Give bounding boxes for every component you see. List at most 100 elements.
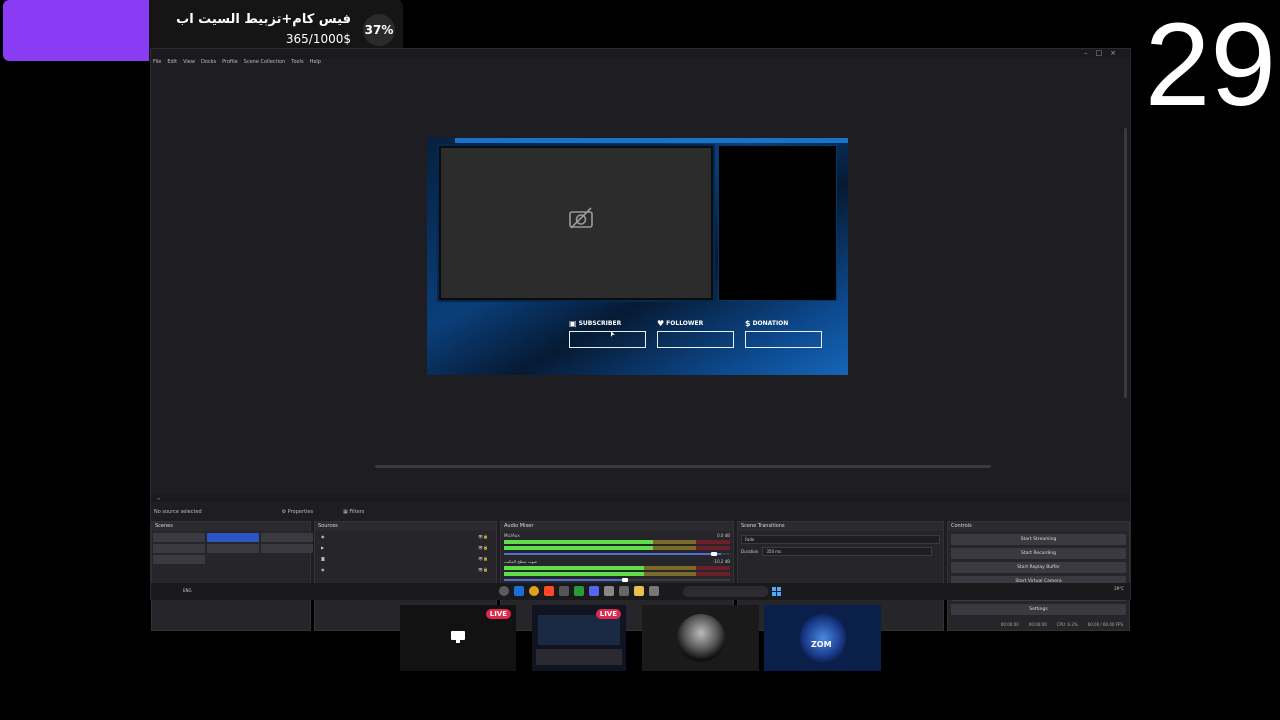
monitor-icon xyxy=(451,631,465,643)
thumbnail-avatar[interactable] xyxy=(642,605,759,671)
volume-meter xyxy=(504,540,730,544)
menu-view[interactable]: View xyxy=(183,59,195,68)
goal-title: فيس كام+تزبيط السيت اب xyxy=(176,12,351,27)
settings-button[interactable]: Settings xyxy=(951,604,1126,615)
start-recording-button[interactable]: Start Recording xyxy=(951,548,1126,559)
steam-icon[interactable] xyxy=(514,586,524,596)
obs-taskbar-icon[interactable] xyxy=(499,586,509,596)
source-row[interactable]: ◉ 👁🔒 xyxy=(315,531,496,542)
discord-icon[interactable] xyxy=(589,586,599,596)
transitions-header: Scene Transitions xyxy=(738,522,943,531)
thumbnail-logo[interactable]: ZOM xyxy=(764,605,881,671)
start-streaming-button[interactable]: Start Streaming xyxy=(951,534,1126,545)
thumbnail-obs-docks xyxy=(536,649,622,665)
scene-tab-icon[interactable]: ≡ xyxy=(157,496,160,501)
store-icon[interactable] xyxy=(619,586,629,596)
visibility-icon[interactable]: 👁🔒 xyxy=(478,545,488,550)
windows-start-icon[interactable] xyxy=(772,587,781,596)
menu-help[interactable]: Help xyxy=(310,59,321,68)
menu-edit[interactable]: Edit xyxy=(167,59,177,68)
live-badge: LIVE xyxy=(595,609,621,619)
scene-item[interactable] xyxy=(261,533,313,542)
source-row[interactable]: ▶ 👁🔒 xyxy=(315,542,496,553)
menu-docks[interactable]: Docks xyxy=(201,59,216,68)
visibility-icon[interactable]: 👁🔒 xyxy=(478,556,488,561)
taskbar-search[interactable] xyxy=(683,586,768,597)
webcam-frame xyxy=(439,146,713,300)
channel-db: -10.2 dB xyxy=(713,559,730,564)
volume-meter xyxy=(504,566,730,570)
scene-item[interactable] xyxy=(153,544,205,553)
mixer-channel: صوت سطح المكتب -10.2 dB xyxy=(501,557,733,583)
sources-header: Sources xyxy=(315,522,496,531)
xbox-icon[interactable] xyxy=(574,586,584,596)
properties-label: Properties xyxy=(287,509,314,515)
follower-label: FOLLOWER xyxy=(666,320,704,327)
overlay-top-bar xyxy=(455,138,848,143)
zom-logo-emblem xyxy=(800,613,846,663)
counter-number: 29 xyxy=(1144,0,1276,131)
thumbnail-obs[interactable]: LIVE xyxy=(532,605,626,671)
source-icon: ◉ xyxy=(321,534,325,539)
scenes-dock: Scenes xyxy=(151,521,313,631)
media-icon: ▶ xyxy=(321,545,325,550)
menu-profile[interactable]: Profile xyxy=(222,59,238,68)
scene-item[interactable] xyxy=(261,544,313,553)
subscriber-widget: ▣ SUBSCRIBER xyxy=(569,319,647,348)
mixer-channel: Mic/Aux 0.0 dB xyxy=(501,531,733,557)
window-controls[interactable]: –□× xyxy=(1084,49,1124,57)
filters-label: Filters xyxy=(349,509,365,515)
source-row[interactable]: ◙ 👁🔒 xyxy=(315,553,496,564)
volume-level xyxy=(504,546,654,550)
scene-tabs-bar: ≡ xyxy=(151,494,1129,502)
scene-item[interactable] xyxy=(153,533,205,542)
stream-screen: فيس كام+تزبيط السيت اب 365/1000$ 37% 29 … xyxy=(0,0,1280,720)
channel-name: صوت سطح المكتب xyxy=(504,559,537,564)
camera-icon: ◙ xyxy=(321,556,325,561)
volume-level xyxy=(504,566,645,570)
start-replay-buffer-button[interactable]: Start Replay Buffer xyxy=(951,562,1126,573)
duration-row: Duration 350 ms xyxy=(741,547,940,556)
obs-statusbar: 00:00:00 00:00:00 CPU: 6.2% 60.00 / 60.0… xyxy=(151,619,1129,629)
controls-header: Controls xyxy=(948,522,1129,531)
donation-box xyxy=(745,331,822,348)
tray-language[interactable]: ENG xyxy=(183,588,192,593)
app-icon[interactable] xyxy=(559,586,569,596)
thumbnail-monitor[interactable]: LIVE xyxy=(400,605,516,671)
scenes-header: Scenes xyxy=(152,522,310,531)
duration-input[interactable]: 350 ms xyxy=(762,547,933,556)
scene-item[interactable] xyxy=(207,544,259,553)
volume-slider[interactable] xyxy=(504,578,730,582)
folder-icon[interactable] xyxy=(634,586,644,596)
twitch-icon: ▣ xyxy=(569,319,577,328)
volume-slider[interactable] xyxy=(504,552,730,556)
weather-widget[interactable]: 29°C xyxy=(1114,586,1124,591)
subscriber-label: SUBSCRIBER xyxy=(578,320,622,327)
scene-item-active[interactable] xyxy=(207,533,259,542)
settings-icon[interactable] xyxy=(604,586,614,596)
follower-box xyxy=(657,331,734,348)
filters-button[interactable]: ▦ Filters xyxy=(343,509,364,515)
status-time-2: 00:00:00 xyxy=(1028,621,1047,627)
menu-tools[interactable]: Tools xyxy=(291,59,303,68)
windows-taskbar: ENG 29°C xyxy=(151,583,1130,600)
visibility-icon[interactable]: 👁🔒 xyxy=(478,534,488,539)
taskbar-icons xyxy=(499,586,659,596)
menu-file[interactable]: File xyxy=(153,59,161,68)
properties-button[interactable]: ⚙ Properties xyxy=(282,509,313,515)
scene-item[interactable] xyxy=(153,555,205,564)
chrome-icon[interactable] xyxy=(529,586,539,596)
volume-level xyxy=(504,572,645,576)
visibility-icon[interactable]: 👁🔒 xyxy=(478,567,488,572)
obs-titlebar: –□× xyxy=(151,49,1130,59)
preview-horizontal-scrollbar[interactable] xyxy=(375,465,991,468)
avatar xyxy=(677,614,725,662)
menu-scene-collection[interactable]: Scene Collection xyxy=(244,59,286,68)
scenes-grid xyxy=(152,531,313,566)
preview-vertical-scrollbar[interactable] xyxy=(1124,128,1127,398)
brave-icon[interactable] xyxy=(544,586,554,596)
source-row[interactable]: ◉ 👁🔒 xyxy=(315,564,496,575)
app-icon[interactable] xyxy=(649,586,659,596)
volume-meter xyxy=(504,572,730,576)
transition-select[interactable]: Fade xyxy=(741,535,940,544)
